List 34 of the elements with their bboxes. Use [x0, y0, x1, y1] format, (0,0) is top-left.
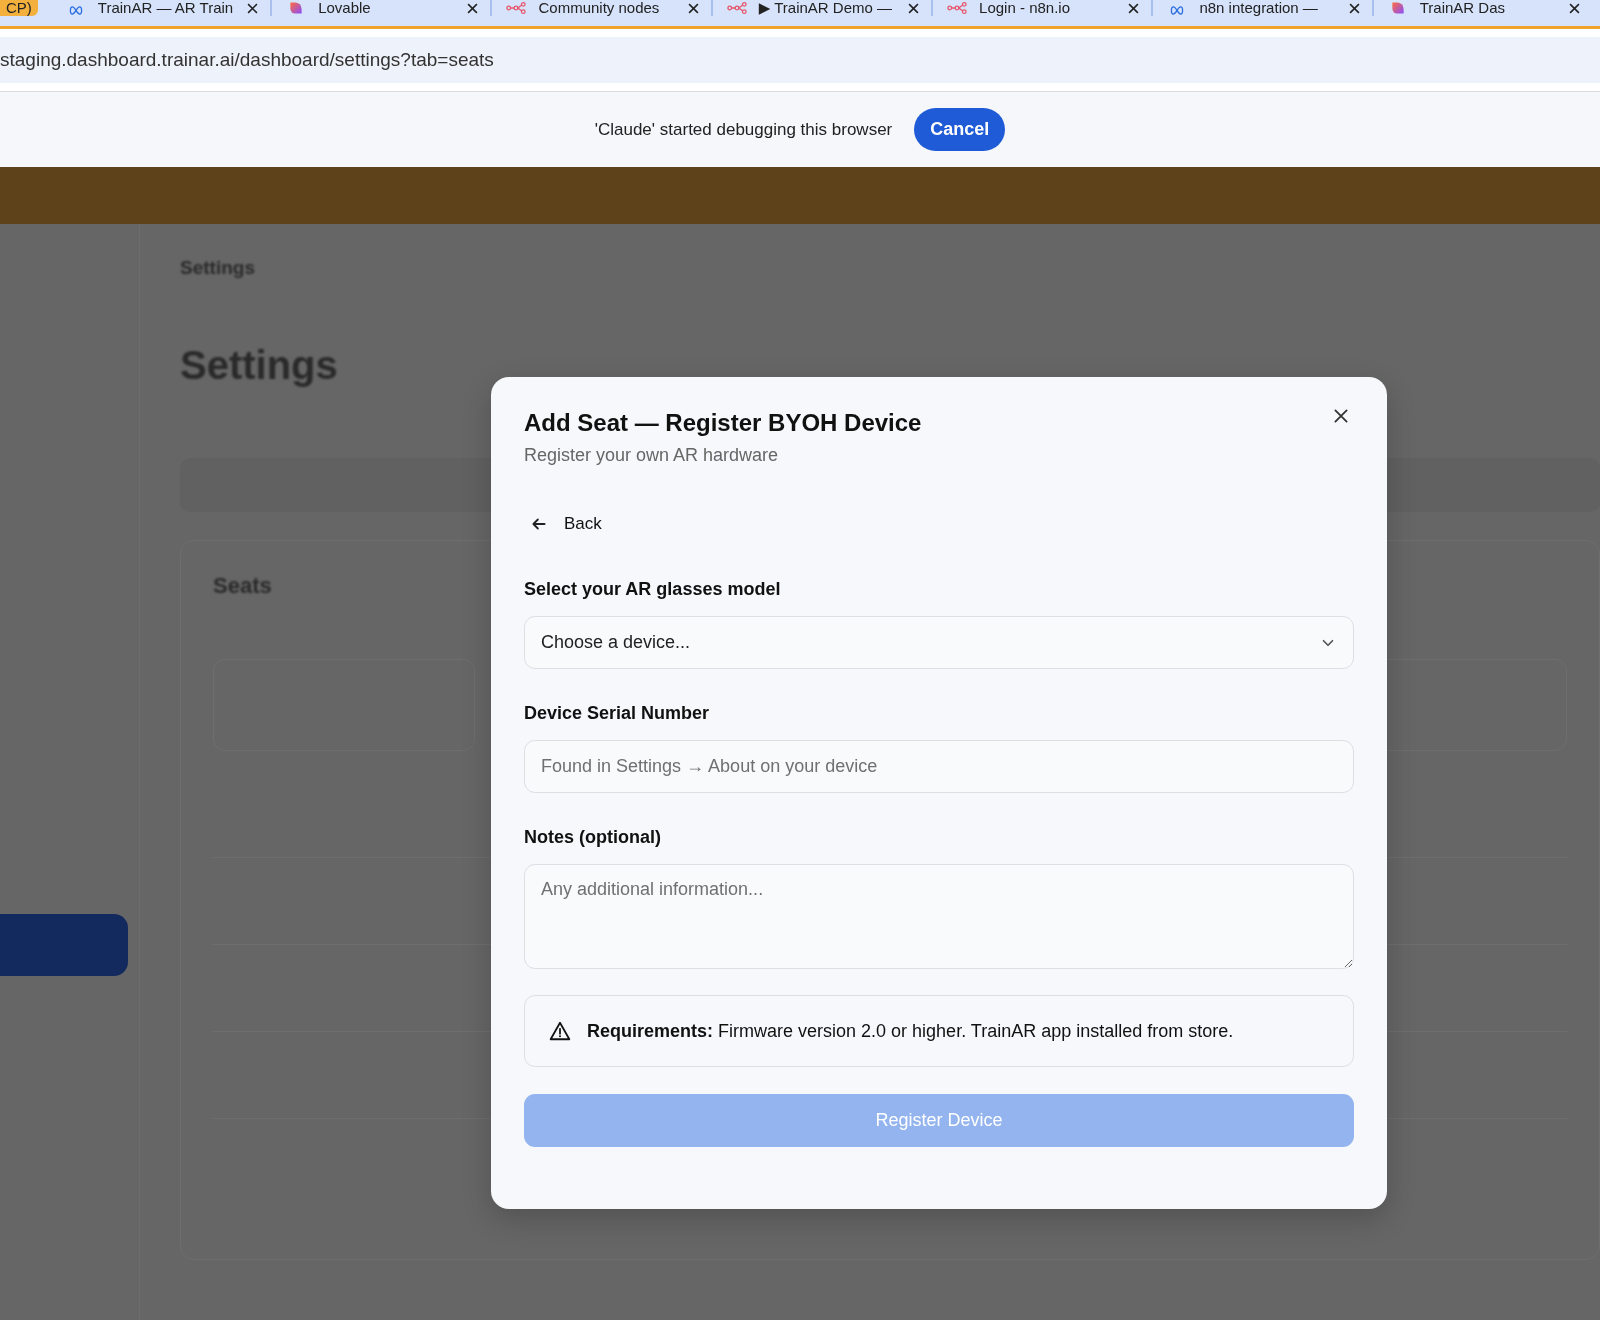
back-button[interactable]: Back	[524, 508, 608, 540]
tab-group-label[interactable]: CP)	[0, 0, 38, 16]
close-icon[interactable]	[1348, 3, 1360, 14]
page-heading: Settings	[180, 343, 339, 388]
browser-tab[interactable]: TrainAR Das	[1381, 0, 1593, 16]
close-icon[interactable]	[247, 3, 259, 14]
browser-tab[interactable]: Login - n8n.io	[941, 0, 1154, 16]
address-bar[interactable]: staging.dashboard.trainar.ai/dashboard/settings?tab=seats	[0, 37, 1600, 83]
notes-field[interactable]: Any additional information...	[524, 864, 1354, 969]
close-icon[interactable]	[1569, 3, 1581, 14]
close-icon[interactable]	[1128, 3, 1140, 14]
nodes-icon	[726, 0, 747, 16]
cancel-button[interactable]: Cancel	[914, 108, 1006, 151]
dialog-title: Add Seat — Register BYOH Device	[524, 409, 922, 437]
close-icon[interactable]	[687, 3, 699, 14]
serial-number-field[interactable]: Found in Settings → About on your device	[524, 740, 1354, 793]
device-dropdown[interactable]: Choose a device...	[524, 616, 1354, 669]
browser-tab[interactable]: Lovable	[280, 0, 493, 16]
warning-icon	[549, 1020, 571, 1042]
browser-tab[interactable]: TrainAR — AR Train	[59, 0, 273, 16]
nodes-icon	[947, 0, 968, 16]
browser-tab[interactable]: ▶ TrainAR Demo —	[720, 0, 934, 16]
browser-tab[interactable]: n8n integration —	[1161, 0, 1374, 16]
requirements-text: Requirements: Firmware version 2.0 or higher. TrainAR app installed from store.	[587, 1020, 1234, 1042]
close-icon[interactable]	[467, 3, 479, 14]
browser-tab[interactable]: Community nodes	[500, 0, 713, 16]
dialog-subtitle: Register your own AR hardware	[524, 445, 780, 466]
field-label: Notes (optional)	[524, 827, 662, 848]
close-icon[interactable]	[1332, 407, 1350, 425]
close-icon[interactable]	[908, 3, 920, 14]
field-label: Device Serial Number	[524, 703, 711, 724]
debug-message: 'Claude' started debugging this browser	[594, 119, 893, 140]
nodes-icon	[506, 0, 527, 16]
field-label: Select your AR glasses model	[524, 579, 782, 600]
